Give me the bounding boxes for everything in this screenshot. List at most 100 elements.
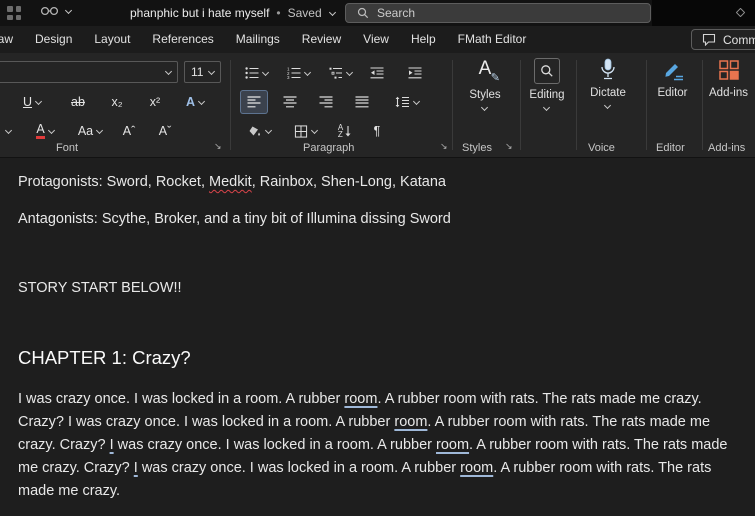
styles-group-label: Styles: [462, 142, 492, 154]
increase-indent-icon: [408, 67, 422, 79]
align-center-icon: [283, 96, 297, 108]
text-effects-button[interactable]: A: [176, 90, 216, 114]
multilevel-list-button[interactable]: [322, 61, 360, 85]
document-content[interactable]: Protagonists: Sword, Rocket, Medkit, Rai…: [18, 172, 739, 503]
comments-label: Comments: [723, 33, 755, 47]
addins-grid-icon: [718, 58, 740, 82]
microphone-icon: [600, 58, 616, 82]
paint-bucket-icon: [248, 125, 262, 138]
tab-review[interactable]: Review: [291, 26, 352, 53]
align-left-button[interactable]: [240, 90, 268, 114]
doc-text-grammar[interactable]: room: [394, 414, 427, 430]
dictate-button[interactable]: Dictate: [578, 58, 638, 109]
tab-layout[interactable]: Layout: [83, 26, 141, 53]
bullets-button[interactable]: [238, 61, 276, 85]
group-divider: [576, 60, 577, 150]
document-title-text: phanphic but i hate myself: [130, 6, 269, 20]
search-input[interactable]: Search: [345, 3, 651, 23]
increase-indent-button[interactable]: [402, 61, 428, 85]
subscript-button[interactable]: x₂: [100, 90, 134, 114]
borders-button[interactable]: [286, 119, 326, 143]
ribbon-options-icon[interactable]: [736, 8, 745, 17]
chevron-down-icon: [35, 99, 43, 105]
font-color-button[interactable]: A: [26, 119, 66, 143]
shrink-font-button[interactable]: Aˇ: [150, 119, 180, 143]
align-center-button[interactable]: [276, 90, 304, 114]
save-status: Saved: [288, 6, 322, 20]
doc-text[interactable]: CHAPTER 1: Crazy?: [18, 347, 191, 368]
doc-heading[interactable]: CHAPTER 1: Crazy?: [18, 345, 739, 372]
editor-pencil-icon: [661, 58, 685, 82]
font-size-combobox[interactable]: 11: [184, 61, 221, 83]
doc-text-grammar[interactable]: room: [460, 460, 493, 476]
borders-icon: [294, 125, 308, 138]
tab-design[interactable]: Design: [24, 26, 83, 53]
doc-paragraph[interactable]: STORY START BELOW!!: [18, 278, 739, 299]
styles-icon: A✎: [472, 58, 498, 84]
voice-group-label: Voice: [588, 142, 615, 154]
doc-text[interactable]: was crazy once. I was locked in a room. …: [114, 437, 436, 453]
show-formatting-button[interactable]: ¶: [364, 119, 390, 143]
editing-button[interactable]: Editing: [521, 58, 573, 111]
ribbon-tabs: Draw Design Layout References Mailings R…: [0, 26, 755, 53]
justify-button[interactable]: [348, 90, 376, 114]
titlebar: phanphic but i hate myself • Saved Searc…: [0, 0, 755, 26]
chevron-down-icon: [5, 128, 13, 134]
paragraph-group-label: Paragraph: [303, 142, 354, 154]
doc-text[interactable]: was crazy once. I was locked in a room. …: [138, 460, 460, 476]
font-name-combobox[interactable]: [0, 61, 178, 83]
underline-button[interactable]: U: [14, 90, 52, 114]
decrease-indent-button[interactable]: [364, 61, 390, 85]
shading-button[interactable]: [240, 119, 280, 143]
text-highlight-button-clipped[interactable]: [0, 119, 18, 143]
styles-dialog-launcher[interactable]: ↘: [505, 141, 513, 152]
addins-button[interactable]: Add-ins: [702, 58, 755, 99]
search-placeholder: Search: [377, 6, 415, 20]
tab-fmath-editor[interactable]: FMath Editor: [447, 26, 538, 53]
chevron-down-icon: [311, 128, 319, 134]
group-divider: [230, 60, 231, 150]
doc-text[interactable]: , Rainbox, Shen-Long, Katana: [252, 174, 446, 190]
grow-font-button[interactable]: Aˆ: [114, 119, 144, 143]
editor-button[interactable]: Editor: [645, 58, 700, 99]
change-case-button[interactable]: Aa: [72, 119, 110, 143]
tab-references[interactable]: References: [141, 26, 224, 53]
numbering-button[interactable]: 1 2 3: [280, 61, 318, 85]
addins-group-label: Add-ins: [708, 142, 745, 154]
editing-icon-frame: [534, 58, 560, 84]
doc-text[interactable]: Antagonists: Scythe, Broker, and a tiny …: [18, 211, 451, 227]
tab-help[interactable]: Help: [400, 26, 447, 53]
app-menu-icon[interactable]: [7, 6, 21, 20]
document-canvas[interactable]: Protagonists: Sword, Rocket, Medkit, Rai…: [0, 158, 755, 516]
doc-paragraph[interactable]: I was crazy once. I was locked in a room…: [18, 388, 739, 503]
doc-text-spell[interactable]: Medkit: [209, 174, 252, 190]
title-separator: •: [276, 6, 280, 20]
font-dialog-launcher[interactable]: ↘: [214, 141, 222, 152]
doc-text[interactable]: STORY START BELOW!!: [18, 280, 182, 296]
doc-paragraph[interactable]: Protagonists: Sword, Rocket, Medkit, Rai…: [18, 172, 739, 193]
doc-text-grammar[interactable]: room: [436, 437, 469, 453]
strikethrough-button[interactable]: ab: [60, 90, 96, 114]
doc-text[interactable]: I was crazy once. I was locked in a room…: [18, 391, 344, 407]
document-title[interactable]: phanphic but i hate myself • Saved: [130, 0, 337, 26]
align-right-button[interactable]: [312, 90, 340, 114]
decrease-indent-icon: [370, 67, 384, 79]
comments-button[interactable]: Comments: [691, 29, 755, 50]
doc-text[interactable]: Protagonists: Sword, Rocket,: [18, 174, 209, 190]
line-spacing-button[interactable]: [388, 90, 428, 114]
tab-mailings[interactable]: Mailings: [225, 26, 291, 53]
styles-button[interactable]: A✎ Styles: [456, 58, 514, 111]
chevron-down-icon: [265, 128, 273, 134]
doc-text-grammar[interactable]: room: [344, 391, 377, 407]
chevron-down-icon: [96, 128, 104, 134]
doc-paragraph[interactable]: Antagonists: Scythe, Broker, and a tiny …: [18, 209, 739, 230]
superscript-button[interactable]: x²: [138, 90, 172, 114]
paragraph-dialog-launcher[interactable]: ↘: [440, 141, 448, 152]
group-divider: [452, 60, 453, 150]
tab-view[interactable]: View: [352, 26, 400, 53]
tab-draw[interactable]: Draw: [0, 26, 24, 53]
chevron-down-icon: [262, 70, 270, 76]
sort-button[interactable]: A Z: [330, 119, 360, 143]
quick-access-toolbar[interactable]: [40, 5, 73, 17]
font-group-label: Font: [56, 142, 78, 154]
